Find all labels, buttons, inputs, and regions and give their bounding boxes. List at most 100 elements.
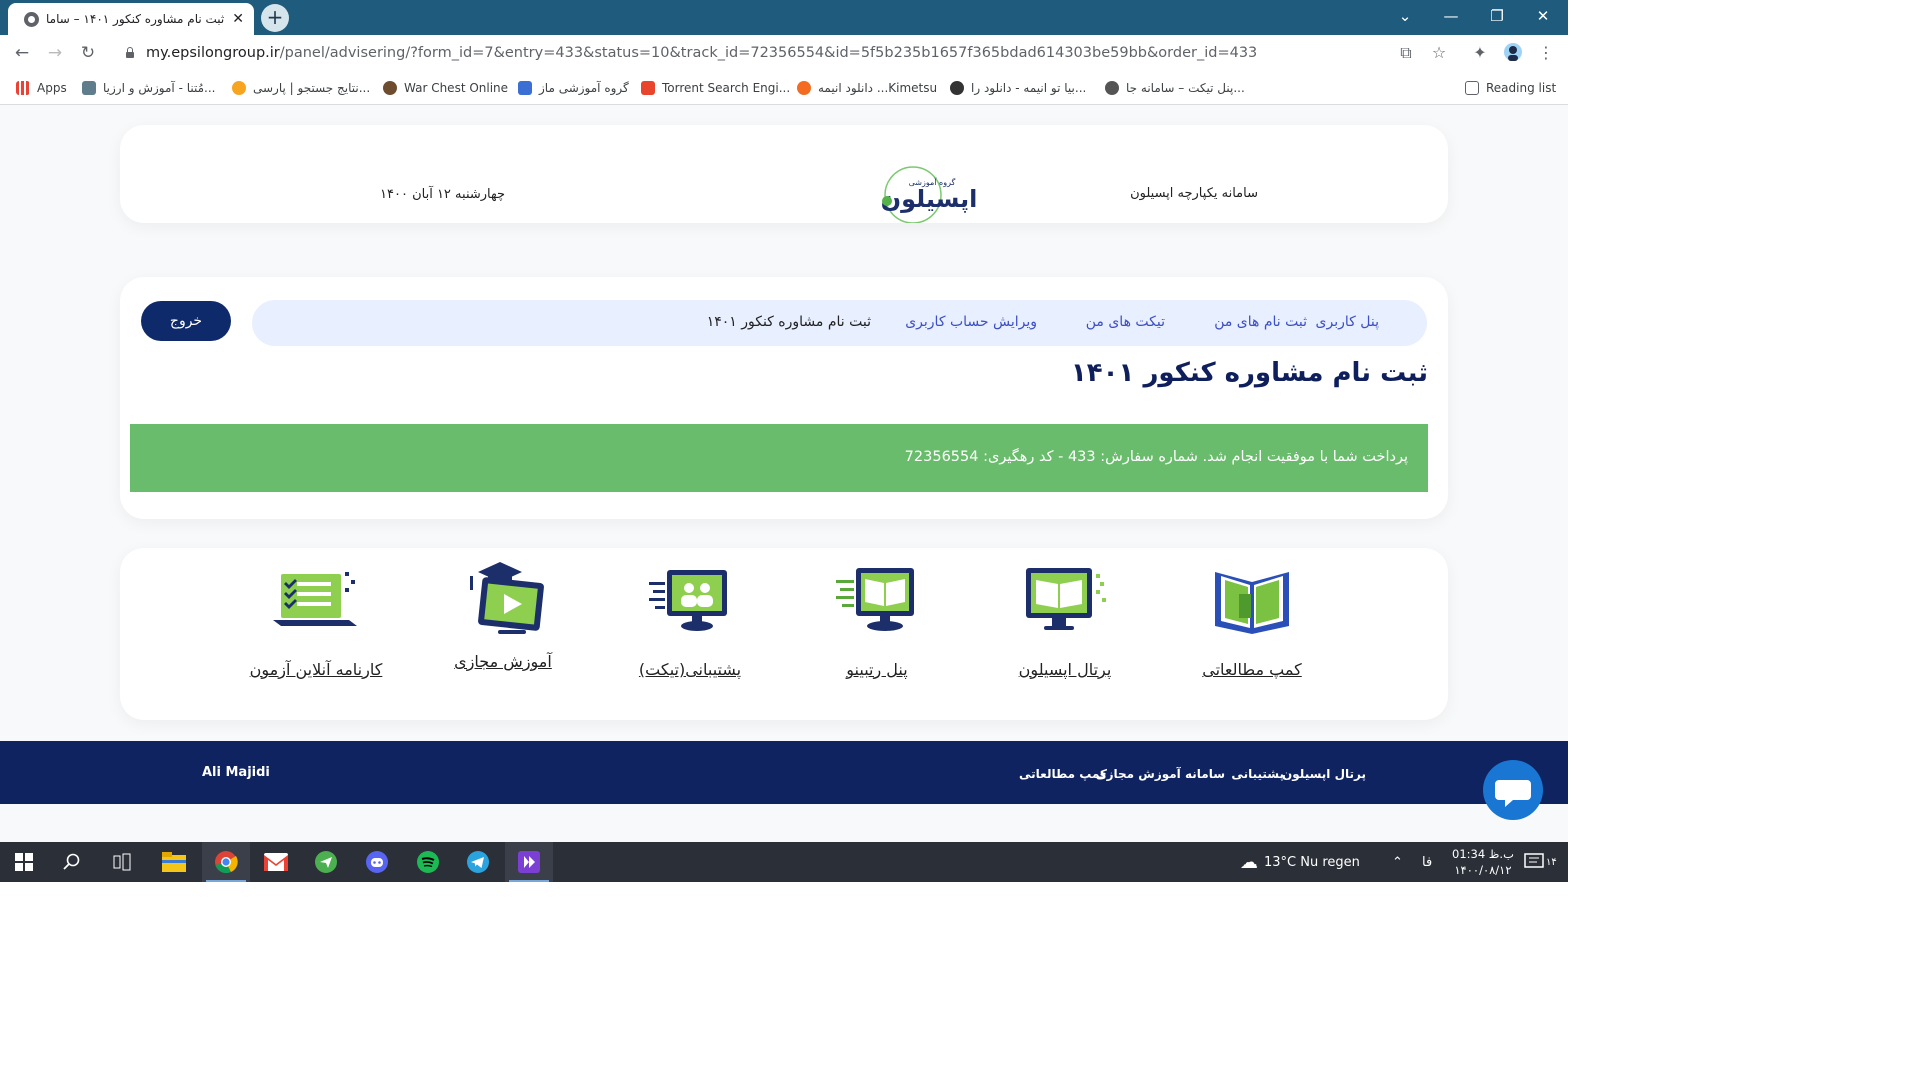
service-label: کارنامه آنلاین آزمون — [249, 660, 383, 679]
logout-button[interactable]: خروج — [141, 301, 231, 341]
nav-user-panel[interactable]: پنل کاربری — [1316, 314, 1379, 330]
bookmark-favicon-icon — [383, 81, 397, 95]
sun-icon — [232, 81, 246, 95]
service-label: کمپ مطالعاتی — [1202, 660, 1302, 679]
service-label: پنل رتبینو — [846, 660, 908, 679]
service-support-ticket[interactable]: پشتیبانی(تیکت) — [615, 560, 765, 700]
notification-center-icon[interactable]: ۱۴ — [1524, 842, 1557, 882]
notification-count: ۱۴ — [1546, 856, 1557, 868]
messenger-green-icon[interactable] — [302, 842, 350, 882]
cloud-rain-icon: ☁ — [1240, 851, 1258, 873]
tray-chevron-up-icon[interactable]: ⌃ — [1392, 842, 1403, 882]
chat-widget-button[interactable] — [1483, 760, 1543, 820]
bookmark-favicon-icon — [518, 81, 532, 95]
tab-close-icon[interactable]: ✕ — [232, 11, 244, 27]
forward-icon[interactable]: → — [44, 43, 66, 63]
service-study-camp[interactable]: کمپ مطالعاتی — [1177, 560, 1327, 700]
site-footer: پرتال اپسیلون پشتیبانی سامانه آموزش مجاز… — [0, 741, 1568, 804]
system-clock[interactable]: 01:34 ب.ظ ۱۴۰۰/۰۸/۱۲ — [1452, 842, 1514, 882]
service-label: آموزش مجازی — [454, 652, 552, 671]
bookmark-4[interactable]: گروه آموزشی ماز — [518, 79, 629, 97]
spiral-icon — [797, 81, 811, 95]
success-alert: پرداخت شما با موفقیت انجام شد. شماره سفا… — [130, 424, 1428, 492]
back-icon[interactable]: ← — [11, 43, 33, 63]
footer-author: Ali Majidi — [202, 765, 270, 780]
service-online-report-card[interactable]: کارنامه آنلاین آزمون — [241, 560, 391, 700]
footer-link-support[interactable]: پشتیبانی — [1231, 767, 1284, 781]
bookmark-2[interactable]: نتایج جستجو | پارسی... — [232, 79, 370, 97]
menu-kebab-icon[interactable]: ⋮ — [1535, 43, 1557, 62]
start-windows-icon[interactable] — [0, 842, 48, 882]
nav-konkur-advising[interactable]: ثبت نام مشاوره کنکور ۱۴۰۱ — [707, 314, 871, 330]
bookmark-1[interactable]: مُتنا - آموزش و ارزیا... — [82, 79, 216, 97]
clock-time: 01:34 ب.ظ — [1452, 847, 1514, 861]
task-view-icon[interactable] — [98, 842, 146, 882]
graduation-video-icon — [470, 562, 544, 634]
clock-date: ۱۴۰۰/۰۸/۱۲ — [1454, 863, 1512, 877]
telegram-icon[interactable] — [454, 842, 502, 882]
monitor-book-speed-icon — [836, 568, 914, 631]
close-window-button[interactable]: ✕ — [1520, 0, 1566, 35]
browser-tab-active[interactable]: ثبت نام مشاوره کنکور ۱۴۰۱ – سامانه ✕ — [8, 3, 254, 35]
minimize-button[interactable]: — — [1428, 0, 1474, 35]
globe-icon — [1105, 81, 1119, 95]
support-users-icon — [649, 570, 727, 631]
spotify-icon[interactable] — [404, 842, 452, 882]
globe-icon — [24, 11, 39, 27]
laptop-checklist-icon — [273, 572, 357, 626]
bookmark-6[interactable]: دانلود انیمه ...Kimetsu — [797, 79, 937, 97]
nav-my-registrations[interactable]: ثبت نام های من — [1214, 314, 1307, 330]
media-player-icon[interactable] — [505, 842, 553, 882]
open-book-icon — [1215, 572, 1289, 634]
bookmark-favicon-icon — [950, 81, 964, 95]
bookmark-favicon-icon — [82, 81, 96, 95]
url-text[interactable]: my.epsilongroup.ir/panel/advisering/?for… — [146, 45, 1257, 61]
omnibox[interactable]: my.epsilongroup.ir/panel/advisering/?for… — [110, 39, 1460, 67]
gmail-icon[interactable] — [252, 842, 300, 882]
header-card: سامانه یکپارچه اپسیلون گروه آموزشی اپسیل… — [120, 125, 1448, 224]
footer-link-virtual-learning[interactable]: سامانه آموزش مجازی — [1096, 767, 1225, 781]
apps-grid-icon — [16, 81, 30, 95]
address-toolbar: ← → ↻ my.epsilongroup.ir/panel/adviserin… — [0, 35, 1568, 71]
reading-list[interactable]: Reading list — [1465, 79, 1556, 97]
bookmark-7[interactable]: بیا تو انیمه - دانلود را... — [950, 79, 1086, 97]
weather-text: 13°C Nu regen — [1264, 854, 1360, 870]
search-icon[interactable] — [48, 842, 96, 882]
footer-link-portal[interactable]: پرتال اپسیلون — [1282, 767, 1366, 781]
logo-text: اپسیلون — [881, 185, 978, 213]
chat-bubble-icon — [1495, 780, 1531, 807]
discord-icon[interactable] — [353, 842, 401, 882]
alert-message: پرداخت شما با موفقیت انجام شد. شماره سفا… — [904, 449, 1408, 465]
new-tab-button[interactable]: + — [261, 4, 289, 32]
site-brand: سامانه یکپارچه اپسیلون — [1130, 186, 1258, 201]
language-indicator[interactable]: فا — [1422, 842, 1432, 882]
file-explorer-icon[interactable] — [150, 842, 198, 882]
bookmark-5[interactable]: Torrent Search Engi... — [641, 79, 790, 97]
nav-edit-account[interactable]: ویرایش حساب کاربری — [905, 314, 1037, 330]
translate-icon[interactable]: ⧉ — [1395, 43, 1417, 63]
reload-icon[interactable]: ↻ — [77, 43, 99, 63]
bookmark-8[interactable]: پنل تیکت – سامانه جا... — [1105, 79, 1245, 97]
bookmark-star-icon[interactable]: ☆ — [1428, 43, 1450, 62]
user-nav: پنل کاربری ثبت نام های من تیکت های من وی… — [252, 300, 1427, 346]
service-rotbino-panel[interactable]: پنل رتبینو — [802, 560, 952, 700]
bookmark-3[interactable]: War Chest Online — [383, 79, 508, 97]
windows-taskbar: ☁ 13°C Nu regen ⌃ فا 01:34 ب.ظ ۱۴۰۰/۰۸/۱… — [0, 842, 1568, 882]
service-label: پرتال اپسیلون — [1018, 660, 1112, 679]
extensions-icon[interactable]: ✦ — [1469, 43, 1491, 62]
tab-title: ثبت نام مشاوره کنکور ۱۴۰۱ – سامانه — [47, 12, 225, 26]
nav-my-tickets[interactable]: تیکت های من — [1086, 314, 1165, 330]
page-body: سامانه یکپارچه اپسیلون گروه آموزشی اپسیل… — [0, 105, 1568, 842]
epsilon-logo[interactable]: گروه آموزشی اپسیلون — [877, 163, 981, 224]
weather-widget[interactable]: ☁ 13°C Nu regen — [1240, 842, 1360, 882]
tab-search-icon[interactable]: ⌄ — [1382, 0, 1428, 35]
restore-button[interactable]: ❐ — [1474, 0, 1520, 35]
profile-avatar[interactable] — [1502, 43, 1524, 65]
service-epsilon-portal[interactable]: پرتال اپسیلون — [990, 560, 1140, 700]
chrome-icon[interactable] — [202, 842, 250, 882]
bookmark-apps[interactable]: Apps — [16, 79, 67, 97]
lock-icon — [124, 47, 136, 59]
footer-link-study-camp[interactable]: کمپ مطالعاتی — [1019, 767, 1107, 781]
reading-list-icon — [1465, 81, 1479, 95]
service-virtual-learning[interactable]: آموزش مجازی — [428, 560, 578, 700]
